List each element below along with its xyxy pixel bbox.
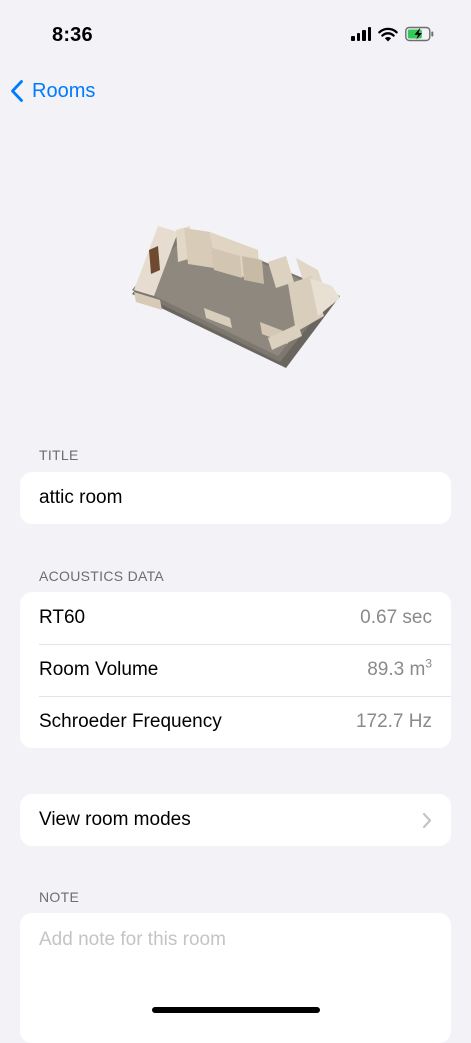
status-time: 8:36 bbox=[52, 24, 93, 46]
note-section-header: NOTE bbox=[39, 889, 80, 905]
room-volume-unit-superscript: 3 bbox=[425, 656, 432, 671]
schroeder-frequency-row: Schroeder Frequency 172.7 Hz bbox=[20, 696, 451, 748]
room-volume-value-group: 89.3 m3 bbox=[367, 656, 432, 681]
view-room-modes-card[interactable]: View room modes bbox=[20, 794, 451, 846]
view-room-modes-row[interactable]: View room modes bbox=[20, 794, 451, 846]
view-room-modes-label: View room modes bbox=[39, 809, 191, 830]
room-3d-model[interactable] bbox=[128, 222, 344, 368]
home-indicator[interactable] bbox=[152, 1007, 320, 1013]
chevron-right-icon bbox=[422, 812, 432, 828]
schroeder-frequency-value: 172.7 Hz bbox=[355, 711, 432, 732]
room-volume-value: 89.3 m bbox=[367, 659, 426, 680]
title-card[interactable]: attic room bbox=[20, 472, 451, 524]
back-button[interactable]: Rooms bbox=[10, 79, 95, 103]
note-input[interactable]: Add note for this room bbox=[39, 929, 226, 951]
acoustics-card: RT60 0.67 sec Room Volume 89.3 m3 Schroe… bbox=[20, 592, 451, 748]
back-label: Rooms bbox=[32, 79, 96, 102]
room-volume-label: Room Volume bbox=[39, 659, 159, 680]
schroeder-frequency-label: Schroeder Frequency bbox=[39, 711, 222, 732]
title-field[interactable]: attic room bbox=[20, 472, 451, 524]
signal-icon bbox=[351, 27, 371, 41]
status-icons bbox=[351, 26, 435, 42]
chevron-left-icon bbox=[11, 80, 23, 102]
status-bar: 8:36 bbox=[0, 0, 471, 60]
room-volume-row: Room Volume 89.3 m3 bbox=[20, 644, 451, 696]
rt60-row: RT60 0.67 sec bbox=[20, 592, 451, 644]
rt60-label: RT60 bbox=[39, 607, 86, 628]
navigation-bar: Rooms bbox=[0, 72, 471, 112]
title-section-header: TITLE bbox=[39, 447, 79, 463]
rt60-value: 0.67 sec bbox=[360, 607, 432, 628]
acoustics-section-header: ACOUSTICS DATA bbox=[39, 568, 165, 584]
title-value: attic room bbox=[39, 487, 123, 508]
battery-charging-icon bbox=[405, 26, 434, 42]
wifi-icon bbox=[378, 27, 398, 41]
